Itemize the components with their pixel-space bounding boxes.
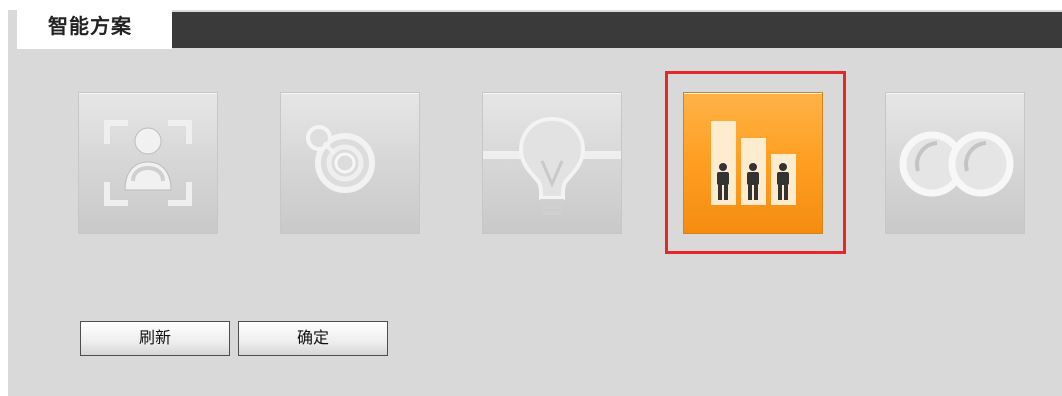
scheme-tile-dual-lens[interactable]	[885, 92, 1025, 234]
header-bar	[172, 12, 1062, 48]
scheme-tile-face-recognition[interactable]	[78, 92, 218, 234]
face-recognition-icon	[104, 120, 192, 206]
camera-lens-icon	[306, 125, 375, 193]
page-title: 智能方案	[48, 14, 132, 38]
confirm-button[interactable]: 确定	[238, 321, 388, 356]
dual-lens-icon	[899, 131, 1014, 197]
selection-highlight	[665, 71, 846, 254]
scheme-tile-camera-lens[interactable]	[280, 92, 420, 234]
refresh-button[interactable]: 刷新	[80, 321, 230, 356]
lightbulb-icon	[483, 116, 621, 215]
scheme-tile-lightbulb[interactable]	[482, 92, 622, 234]
